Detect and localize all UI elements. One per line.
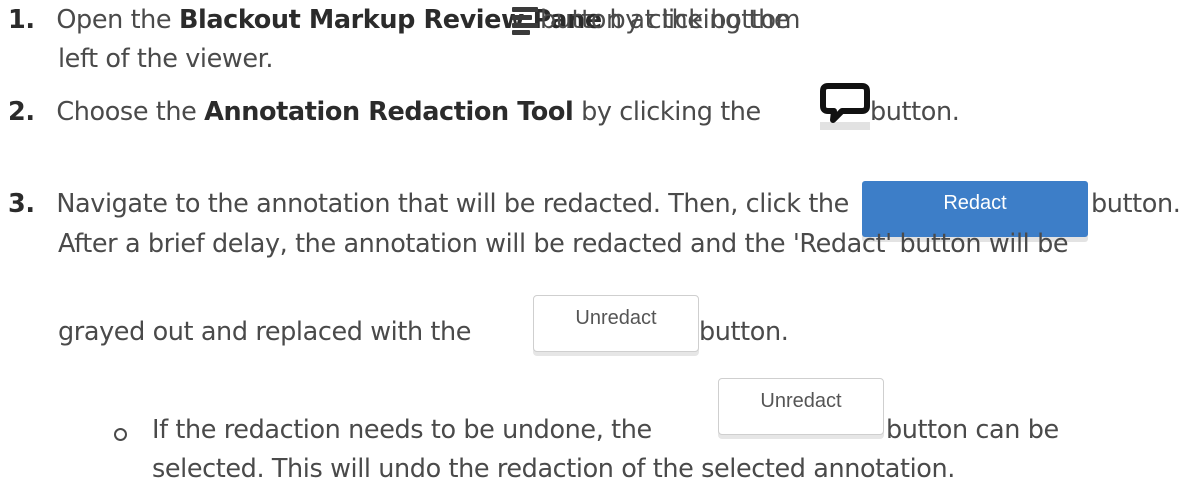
unredact-button-secondary[interactable]: Unredact <box>718 378 884 435</box>
step-text: Navigate to the annotation that will be … <box>56 189 849 219</box>
substep-line-2: selected. This will undo the redaction o… <box>152 454 955 484</box>
step-3-line-1-end: button. <box>1091 189 1181 219</box>
bullet-icon <box>114 428 127 441</box>
step-number: 2. <box>8 97 35 127</box>
pane-name: Blackout Markup Review Pane <box>178 5 602 35</box>
step-text: button. <box>1091 189 1181 219</box>
tool-name: Annotation Redaction Tool <box>204 97 574 127</box>
step-text: Open the <box>56 5 179 35</box>
step-number: 1. <box>8 5 35 35</box>
step-2-line-1: 2. Choose the Annotation Redaction Tool … <box>8 97 761 127</box>
step-1-line-2: left of the viewer. <box>58 44 274 74</box>
step-3-line-3: grayed out and replaced with the <box>58 317 472 347</box>
step-3-line-1: 3. Navigate to the annotation that will … <box>8 189 849 219</box>
step-3-line-3-end: button. <box>699 317 789 347</box>
step-number: 3. <box>8 189 35 219</box>
step-text: button. <box>870 97 960 127</box>
review-pane-icon <box>512 7 538 35</box>
step-2-line-1-end: button. <box>870 97 960 127</box>
substep-line-1: If the redaction needs to be undone, the <box>152 415 652 445</box>
step-text: Choose the <box>56 97 205 127</box>
step-text: button at the bottom <box>540 5 801 35</box>
step-1-line-1-end: button at the bottom <box>540 5 801 35</box>
step-text: by clicking the <box>573 97 761 127</box>
unredact-button[interactable]: Unredact <box>533 295 699 352</box>
substep-line-1-end: button can be <box>886 415 1059 445</box>
step-3-line-2: After a brief delay, the annotation will… <box>58 229 1069 259</box>
speech-bubble-icon <box>820 82 870 130</box>
